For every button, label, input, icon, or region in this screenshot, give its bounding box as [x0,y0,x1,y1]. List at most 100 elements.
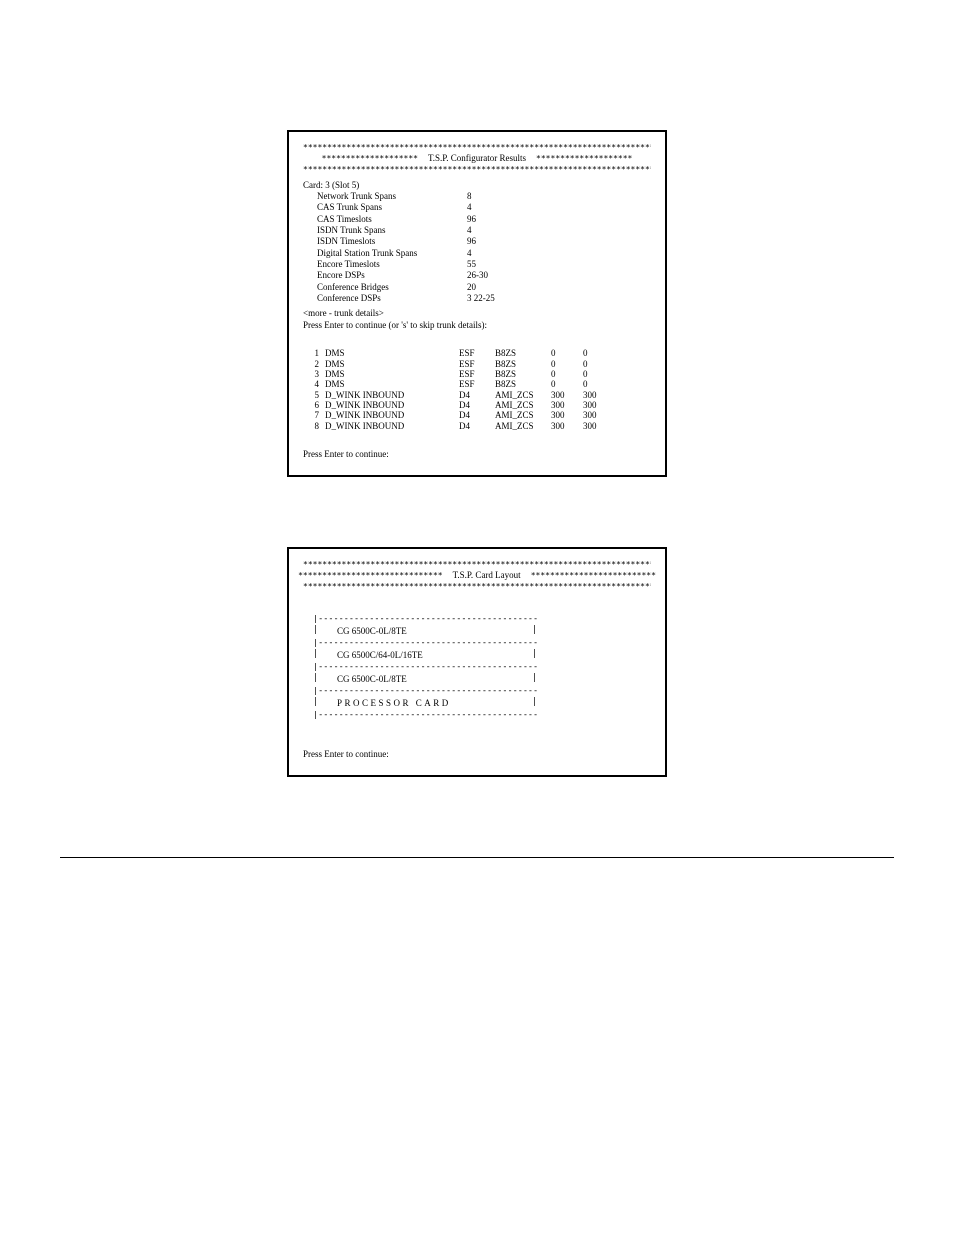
config-row: Conference DSPs3 22-25 [303,293,651,303]
trunk-a: 300 [551,421,583,431]
panel-title: T.S.P. Configurator Results [428,153,526,163]
configurator-results-panel: ******************** ********************… [287,130,667,477]
config-row: Encore Timeslots55 [303,259,651,269]
card-slot-label: CG 6500C/64-0L/16TE [319,650,423,660]
banner2-stars-bottom: ****************************************… [303,582,651,591]
config-row: Encore DSPs26-30 [303,270,651,280]
slot-border-right: | [532,698,538,708]
trunk-frame: D4 [459,400,495,410]
banner2-title-row: ****************************** T.S.P. Ca… [303,570,651,580]
trunk-details-table: 1DMSESFB8ZS002DMSESFB8ZS003DMSESFB8ZS004… [303,348,615,431]
trunk-idx: 8 [303,421,323,431]
card-header: Card: 3 (Slot 5) [303,180,651,190]
slot-divider: |---------------------------------------… [313,615,538,623]
banner-stars-right: ******************** [536,154,632,163]
table-row: 5D_WINK INBOUNDD4AMI_ZCS300300 [303,390,615,400]
trunk-idx: 7 [303,410,323,420]
card-slot: |PROCESSOR CARD| [313,695,538,711]
trunk-frame: D4 [459,421,495,431]
trunk-a: 0 [551,369,583,379]
trunk-frame: ESF [459,348,495,358]
table-row: 1DMSESFB8ZS00 [303,348,615,358]
config-row: ISDN Timeslots96 [303,236,651,246]
banner2-stars-right: ************************** [531,571,656,580]
table-row: 6D_WINK INBOUNDD4AMI_ZCS300300 [303,400,615,410]
trunk-b: 300 [583,390,615,400]
config-label: Encore Timeslots [303,259,467,269]
table-row: 8D_WINK INBOUNDD4AMI_ZCS300300 [303,421,615,431]
config-value: 4 [467,248,472,258]
slot-border-right: | [532,650,538,660]
prompt-skip-trunk[interactable]: Press Enter to continue (or 's' to skip … [303,320,651,330]
config-value: 55 [467,259,476,269]
trunk-type: DMS [323,379,459,389]
trunk-type: D_WINK INBOUND [323,410,459,420]
config-row: CAS Timeslots96 [303,214,651,224]
card-config-block: Card: 3 (Slot 5) Network Trunk Spans8CAS… [303,180,651,330]
config-label: Digital Station Trunk Spans [303,248,467,258]
trunk-type: D_WINK INBOUND [323,390,459,400]
config-label: ISDN Timeslots [303,236,467,246]
config-value: 3 22-25 [467,293,495,303]
slot-divider: |---------------------------------------… [313,711,538,719]
trunk-b: 300 [583,410,615,420]
trunk-idx: 4 [303,379,323,389]
trunk-code: AMI_ZCS [495,400,551,410]
trunk-code: B8ZS [495,348,551,358]
config-value: 4 [467,225,472,235]
card-slot-diagram: |---------------------------------------… [313,615,651,719]
config-row: CAS Trunk Spans4 [303,202,651,212]
table-row: 2DMSESFB8ZS00 [303,359,615,369]
config-label: Conference Bridges [303,282,467,292]
trunk-type: DMS [323,359,459,369]
config-value: 4 [467,202,472,212]
slot-border-right: | [532,626,538,636]
trunk-code: B8ZS [495,369,551,379]
table-row: 4DMSESFB8ZS00 [303,379,615,389]
trunk-b: 0 [583,359,615,369]
trunk-idx: 2 [303,359,323,369]
trunk-idx: 3 [303,369,323,379]
banner2-stars-top: ****************************************… [303,560,651,569]
config-row: ISDN Trunk Spans4 [303,225,651,235]
card-slot: |CG 6500C-0L/8TE| [313,623,538,639]
banner-stars-left: ******************** [322,154,418,163]
trunk-type: DMS [323,369,459,379]
trunk-a: 300 [551,410,583,420]
slot-border-right: | [532,674,538,684]
trunk-frame: ESF [459,359,495,369]
trunk-frame: D4 [459,390,495,400]
card-slot: |CG 6500C/64-0L/16TE| [313,647,538,663]
banner-stars-top: ****************************************… [303,143,651,152]
config-value: 96 [467,214,476,224]
config-value: 20 [467,282,476,292]
table-row: 7D_WINK INBOUNDD4AMI_ZCS300300 [303,410,615,420]
card-slot-label: CG 6500C-0L/8TE [319,674,407,684]
trunk-frame: ESF [459,379,495,389]
panel2-title: T.S.P. Card Layout [453,570,521,580]
slot-divider: |---------------------------------------… [313,687,538,695]
trunk-a: 300 [551,400,583,410]
config-label: CAS Trunk Spans [303,202,467,212]
trunk-b: 300 [583,400,615,410]
banner2-stars-left: ****************************** [298,571,443,580]
config-value: 96 [467,236,476,246]
card-slot: |CG 6500C-0L/8TE| [313,671,538,687]
table-row: 3DMSESFB8ZS00 [303,369,615,379]
trunk-type: D_WINK INBOUND [323,421,459,431]
trunk-code: B8ZS [495,359,551,369]
trunk-a: 0 [551,379,583,389]
slot-divider: |---------------------------------------… [313,663,538,671]
trunk-idx: 1 [303,348,323,358]
trunk-a: 0 [551,348,583,358]
config-row: Network Trunk Spans8 [303,191,651,201]
prompt-continue-2[interactable]: Press Enter to continue: [303,749,651,759]
config-row: Conference Bridges20 [303,282,651,292]
prompt-continue-1[interactable]: Press Enter to continue: [303,449,651,459]
config-label: Network Trunk Spans [303,191,467,201]
trunk-frame: D4 [459,410,495,420]
page-footer-rule [60,857,894,858]
trunk-type: DMS [323,348,459,358]
config-label: ISDN Trunk Spans [303,225,467,235]
trunk-b: 0 [583,348,615,358]
